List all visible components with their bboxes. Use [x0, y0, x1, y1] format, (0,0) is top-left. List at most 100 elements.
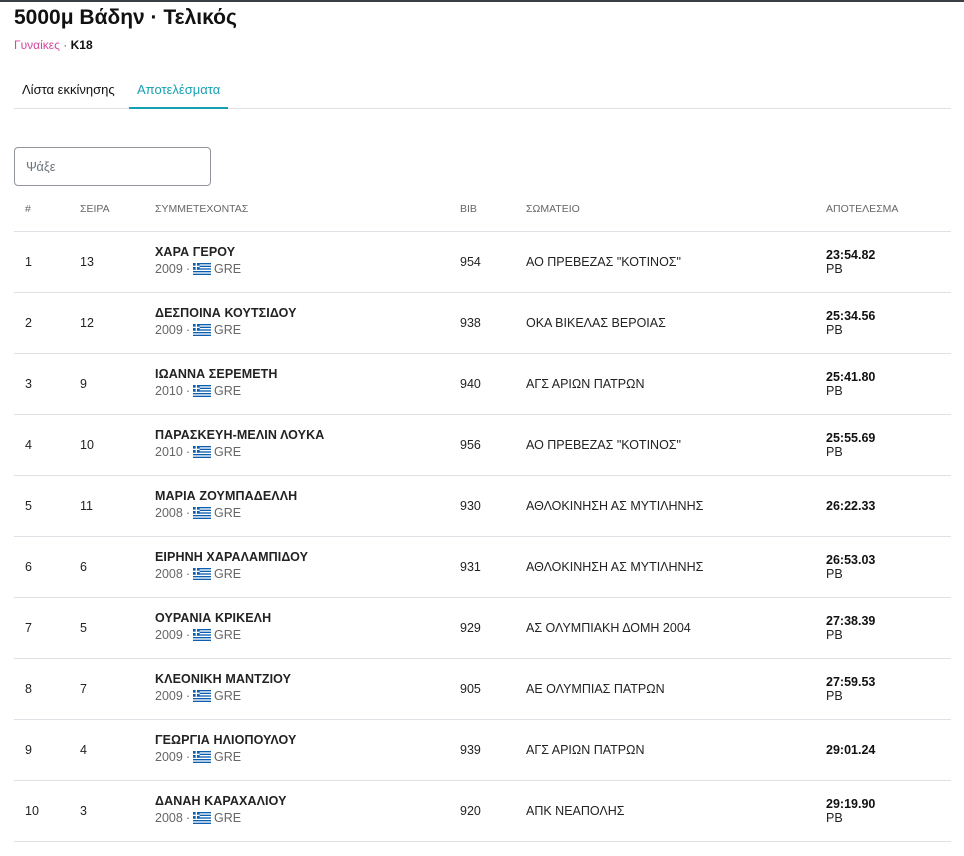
- athlete-meta: 2009 · GRE: [155, 628, 271, 642]
- birth-year: 2009: [155, 689, 183, 703]
- rank-cell: 7: [25, 621, 32, 635]
- athlete-cell: ΙΩΑΝΝΑ ΣΕΡΕΜΕΤΗ 2010 · GRE: [155, 367, 278, 398]
- col-header-club[interactable]: ΣΩΜΑΤΕΙΟ: [526, 203, 580, 215]
- athlete-cell: ΚΛΕΟΝΙΚΗ ΜΑΝΤΖΙΟΥ 2009 · GRE: [155, 672, 291, 703]
- athlete-meta: 2008 · GRE: [155, 811, 287, 825]
- meta-separator: ·: [185, 445, 190, 459]
- table-row[interactable]: 10 3 ΔΑΝΑΗ ΚΑΡΑΧΑΛΙΟΥ 2008 · GRE 920 ΑΠΚ ΝΕΑΠΟΛ…: [14, 781, 951, 842]
- country-code: GRE: [213, 750, 242, 764]
- heat-cell: 11: [80, 499, 93, 513]
- athlete-cell: ΠΑΡΑΣΚΕΥΗ-ΜΕΛΙΝ ΛΟΥΚΑ 2010 · GRE: [155, 428, 324, 459]
- rank-cell: 2: [25, 316, 32, 330]
- athlete-meta: 2009 · GRE: [155, 750, 296, 764]
- club-cell: ΑΘΛΟΚΙΝΗΣΗ ΑΣ ΜΥΤΙΛΗΝΗΣ: [526, 499, 704, 513]
- col-header-heat[interactable]: ΣΕΙΡΑ: [80, 203, 110, 215]
- result-note: PB: [826, 262, 843, 276]
- country-code: GRE: [213, 689, 242, 703]
- result-time: 29:01.24: [826, 743, 876, 757]
- col-header-bib[interactable]: BIB: [460, 203, 477, 215]
- club-cell: ΑΟ ΠΡΕΒΕΖΑΣ "ΚΟΤΙΝΟΣ": [526, 255, 681, 269]
- meta-separator: ·: [185, 811, 190, 825]
- search-input[interactable]: [14, 147, 211, 186]
- rank-cell: 9: [25, 743, 32, 757]
- greece-flag-icon: [192, 446, 211, 458]
- greece-flag-icon: [192, 507, 211, 519]
- athlete-name[interactable]: ΜΑΡΙΑ ΖΟΥΜΠΑΔΕΛΛΗ: [155, 489, 297, 503]
- athlete-name[interactable]: ΙΩΑΝΝΑ ΣΕΡΕΜΕΤΗ: [155, 367, 278, 381]
- table-row[interactable]: 3 9 ΙΩΑΝΝΑ ΣΕΡΕΜΕΤΗ 2010 · GRE 940 ΑΓΣ ΑΡΙΩΝ ΠΑ…: [14, 354, 951, 415]
- col-header-result[interactable]: ΑΠΟΤΕΛΕΣΜΑ: [826, 203, 898, 215]
- table-row[interactable]: 5 11 ΜΑΡΙΑ ΖΟΥΜΠΑΔΕΛΛΗ 2008 · GRE 930 ΑΘΛΟΚΙΝΗΣ…: [14, 476, 951, 537]
- birth-year: 2008: [155, 567, 183, 581]
- athlete-meta: 2008 · GRE: [155, 506, 297, 520]
- athlete-name[interactable]: ΔΑΝΑΗ ΚΑΡΑΧΑΛΙΟΥ: [155, 794, 287, 808]
- bib-cell: 905: [460, 682, 481, 696]
- meta-separator: ·: [185, 689, 190, 703]
- tab-start-list[interactable]: Λίστα εκκίνησης: [14, 72, 123, 109]
- result-cell: 25:55.69 PB: [826, 431, 875, 459]
- birth-year: 2009: [155, 262, 183, 276]
- athlete-meta: 2009 · GRE: [155, 323, 297, 337]
- result-time: 23:54.82: [826, 248, 876, 262]
- meta-separator: ·: [185, 384, 190, 398]
- result-cell: 25:41.80 PB: [826, 370, 875, 398]
- tab-results[interactable]: Αποτελέσματα: [129, 72, 229, 109]
- tabs-bar: Λίστα εκκίνησης Αποτελέσματα: [14, 72, 951, 109]
- birth-year: 2009: [155, 750, 183, 764]
- heat-cell: 4: [80, 743, 87, 757]
- results-table-body: 1 13 ΧΑΡΑ ΓΕΡΟΥ 2009 · GRE 954 ΑΟ ΠΡΕΒΕΖΑΣ "ΚΟΤ…: [14, 232, 951, 842]
- result-cell: 27:59.53 PB: [826, 675, 875, 703]
- result-time: 29:19.90: [826, 797, 876, 811]
- table-row[interactable]: 1 13 ΧΑΡΑ ΓΕΡΟΥ 2009 · GRE 954 ΑΟ ΠΡΕΒΕΖΑΣ "ΚΟΤ…: [14, 232, 951, 293]
- club-cell: ΑΘΛΟΚΙΝΗΣΗ ΑΣ ΜΥΤΙΛΗΝΗΣ: [526, 560, 704, 574]
- athlete-meta: 2008 · GRE: [155, 567, 308, 581]
- meta-separator: ·: [185, 506, 190, 520]
- athlete-name[interactable]: ΔΕΣΠΟΙΝΑ ΚΟΥΤΣΙΔΟΥ: [155, 306, 297, 320]
- table-row[interactable]: 4 10 ΠΑΡΑΣΚΕΥΗ-ΜΕΛΙΝ ΛΟΥΚΑ 2010 · GRE 956 ΑΟ ΠΡ…: [14, 415, 951, 476]
- page-title: 5000μ Βάδην · Τελικός: [14, 6, 237, 29]
- col-header-athlete[interactable]: ΣΥΜΜΕΤΕΧΟΝΤΑΣ: [155, 203, 248, 215]
- top-border: [0, 0, 964, 2]
- athlete-name[interactable]: ΧΑΡΑ ΓΕΡΟΥ: [155, 245, 241, 259]
- result-cell: 29:19.90 PB: [826, 797, 875, 825]
- athlete-meta: 2009 · GRE: [155, 689, 291, 703]
- birth-year: 2009: [155, 323, 183, 337]
- gender-link[interactable]: Γυναίκες: [14, 38, 60, 52]
- athlete-name[interactable]: ΓΕΩΡΓΙΑ ΗΛΙΟΠΟΥΛΟΥ: [155, 733, 296, 747]
- bib-cell: 931: [460, 560, 481, 574]
- athlete-cell: ΕΙΡΗΝΗ ΧΑΡΑΛΑΜΠΙΔΟΥ 2008 · GRE: [155, 550, 308, 581]
- result-time: 27:38.39: [826, 614, 876, 628]
- country-code: GRE: [213, 323, 242, 337]
- birth-year: 2010: [155, 445, 183, 459]
- table-row[interactable]: 6 6 ΕΙΡΗΝΗ ΧΑΡΑΛΑΜΠΙΔΟΥ 2008 · GRE 931 ΑΘΛΟΚΙΝΗ…: [14, 537, 951, 598]
- meta-separator: ·: [185, 323, 190, 337]
- heat-cell: 9: [80, 377, 87, 391]
- category-label: Κ18: [70, 38, 93, 52]
- rank-cell: 5: [25, 499, 32, 513]
- table-row[interactable]: 9 4 ΓΕΩΡΓΙΑ ΗΛΙΟΠΟΥΛΟΥ 2009 · GRE 939 ΑΓΣ ΑΡΙΩΝ…: [14, 720, 951, 781]
- result-note: PB: [826, 323, 843, 337]
- birth-year: 2008: [155, 811, 183, 825]
- athlete-name[interactable]: ΠΑΡΑΣΚΕΥΗ-ΜΕΛΙΝ ΛΟΥΚΑ: [155, 428, 324, 442]
- result-cell: 26:22.33: [826, 499, 875, 513]
- table-row[interactable]: 2 12 ΔΕΣΠΟΙΝΑ ΚΟΥΤΣΙΔΟΥ 2009 · GRE 938 ΟΚΑ ΒΙΚΕ…: [14, 293, 951, 354]
- table-row[interactable]: 7 5 ΟΥΡΑΝΙΑ ΚΡΙΚΕΛΗ 2009 · GRE 929 ΑΣ ΟΛΥΜΠΙΑΚΗ…: [14, 598, 951, 659]
- bib-cell: 940: [460, 377, 481, 391]
- result-cell: 23:54.82 PB: [826, 248, 875, 276]
- table-row[interactable]: 8 7 ΚΛΕΟΝΙΚΗ ΜΑΝΤΖΙΟΥ 2009 · GRE 905 ΑΕ ΟΛΥΜΠΙΑ…: [14, 659, 951, 720]
- athlete-name[interactable]: ΟΥΡΑΝΙΑ ΚΡΙΚΕΛΗ: [155, 611, 271, 625]
- birth-year: 2009: [155, 628, 183, 642]
- col-header-rank[interactable]: #: [25, 203, 31, 215]
- bib-cell: 929: [460, 621, 481, 635]
- athlete-cell: ΔΕΣΠΟΙΝΑ ΚΟΥΤΣΙΔΟΥ 2009 · GRE: [155, 306, 297, 337]
- country-code: GRE: [213, 445, 242, 459]
- result-note: PB: [826, 567, 843, 581]
- rank-cell: 3: [25, 377, 32, 391]
- result-cell: 25:34.56 PB: [826, 309, 875, 337]
- country-code: GRE: [213, 262, 242, 276]
- country-code: GRE: [213, 811, 242, 825]
- athlete-name[interactable]: ΚΛΕΟΝΙΚΗ ΜΑΝΤΖΙΟΥ: [155, 672, 291, 686]
- athlete-name[interactable]: ΕΙΡΗΝΗ ΧΑΡΑΛΑΜΠΙΔΟΥ: [155, 550, 308, 564]
- result-cell: 26:53.03 PB: [826, 553, 875, 581]
- result-cell: 29:01.24: [826, 743, 875, 757]
